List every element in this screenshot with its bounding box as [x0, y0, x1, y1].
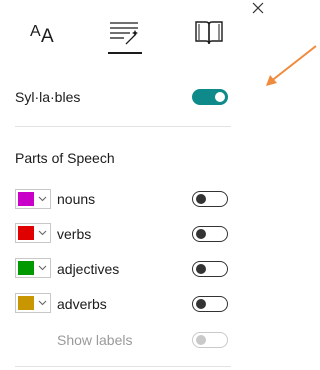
- svg-text:A: A: [41, 26, 54, 47]
- nouns-toggle[interactable]: [192, 191, 228, 207]
- nouns-color-picker[interactable]: [15, 189, 51, 209]
- chevron-down-icon: [38, 265, 47, 271]
- adverbs-label: adverbs: [57, 296, 107, 312]
- reading-preferences-icon: [195, 21, 223, 45]
- parts-of-speech-heading: Parts of Speech: [15, 150, 115, 166]
- show-labels-label: Show labels: [57, 332, 133, 348]
- adjectives-toggle[interactable]: [192, 261, 228, 277]
- divider: [15, 366, 231, 367]
- toggle-knob: [195, 298, 206, 309]
- toggle-knob: [195, 334, 206, 345]
- annotation-arrow-icon: [266, 45, 317, 86]
- color-swatch: [18, 226, 34, 240]
- toggle-knob: [195, 228, 206, 239]
- chevron-down-icon: [38, 196, 47, 202]
- show-labels-toggle[interactable]: [192, 332, 228, 348]
- tab-reading-preferences[interactable]: [192, 18, 226, 48]
- adverbs-toggle[interactable]: [192, 296, 228, 312]
- svg-text:A: A: [30, 23, 41, 40]
- color-swatch: [18, 296, 34, 310]
- divider: [15, 126, 231, 127]
- chevron-down-icon: [38, 300, 47, 306]
- color-swatch: [18, 192, 34, 206]
- verbs-color-picker[interactable]: [15, 223, 51, 243]
- chevron-down-icon: [38, 230, 47, 236]
- adjectives-color-picker[interactable]: [15, 258, 51, 278]
- toggle-knob: [195, 263, 206, 274]
- adjectives-label: adjectives: [57, 261, 120, 277]
- verbs-toggle[interactable]: [192, 226, 228, 242]
- grammar-tools-icon: [110, 22, 138, 45]
- toggle-knob: [215, 91, 225, 102]
- tab-text-options[interactable]: A A: [30, 18, 64, 48]
- text-size-icon: A A: [30, 23, 54, 47]
- syllables-label: Syl·la·bles: [15, 89, 81, 105]
- syllables-toggle[interactable]: [192, 89, 228, 105]
- toggle-knob: [195, 193, 206, 204]
- nouns-label: nouns: [57, 191, 96, 207]
- adverbs-color-picker[interactable]: [15, 293, 51, 313]
- close-icon[interactable]: [250, 0, 266, 16]
- tab-grammar-tools[interactable]: [108, 18, 142, 54]
- color-swatch: [18, 261, 34, 275]
- verbs-label: verbs: [57, 226, 92, 242]
